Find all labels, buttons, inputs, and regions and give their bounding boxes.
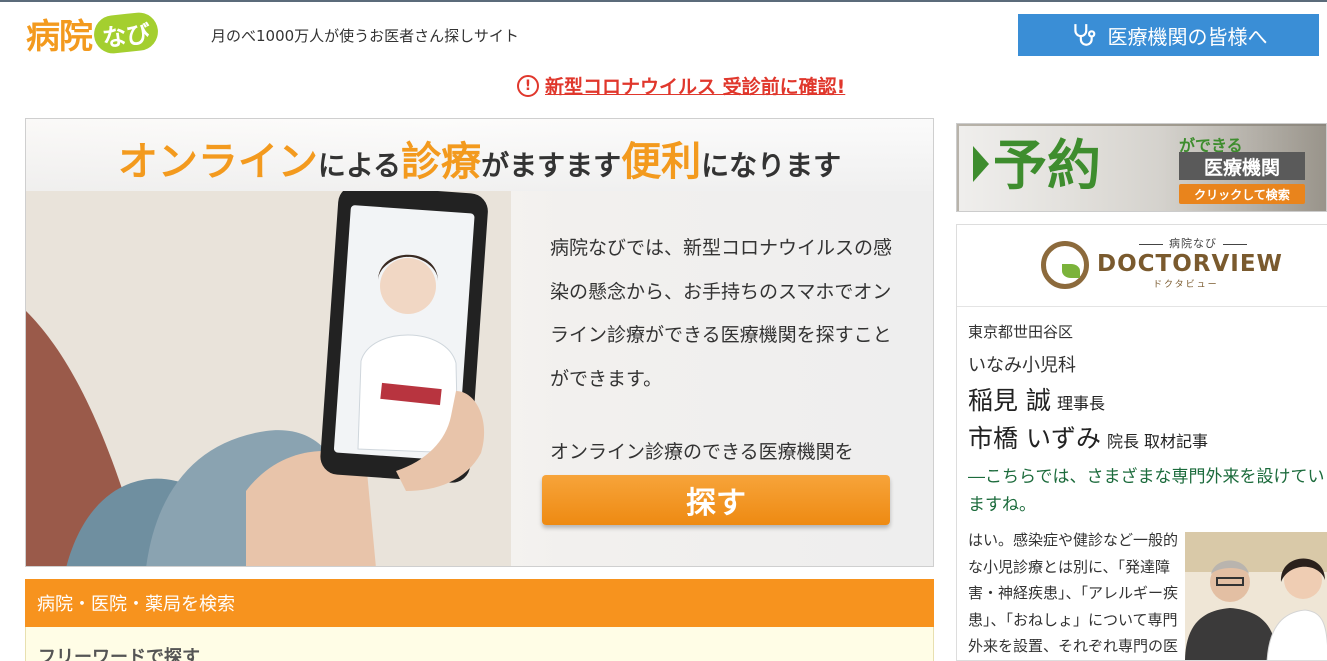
for-medical-institutions-button[interactable]: 医療機関の皆様へ bbox=[1018, 14, 1319, 56]
banner-subtext: オンライン診療のできる医療機関を bbox=[550, 441, 854, 463]
covid-notice[interactable]: ! 新型コロナウイルス 受診前に確認! bbox=[517, 72, 845, 99]
reservation-title: 予約 bbox=[993, 134, 1101, 197]
site-logo[interactable]: 病院 なび bbox=[26, 10, 160, 57]
freeword-label: フリーワードで探す bbox=[38, 647, 200, 661]
banner-head-2: による bbox=[317, 149, 402, 182]
doctor-role: 院長 取材記事 bbox=[1106, 432, 1209, 451]
doctor-name: 稲見 誠 bbox=[968, 386, 1051, 415]
exclamation-circle-icon: ! bbox=[517, 74, 539, 97]
banner-head-4: がますます bbox=[481, 149, 622, 182]
search-section-body: フリーワードで探す bbox=[25, 627, 934, 661]
banner-head-6: になります bbox=[701, 149, 842, 182]
stethoscope-icon bbox=[1073, 24, 1095, 46]
for-medical-label: 医療機関の皆様へ bbox=[1107, 24, 1268, 49]
interview-area: 東京都世田谷区 bbox=[968, 323, 1074, 341]
doctorview-logo-text: DOCTORVIEW bbox=[1097, 251, 1283, 277]
covid-notice-link[interactable]: 新型コロナウイルス 受診前に確認! bbox=[545, 72, 845, 99]
doctorview-card[interactable]: 病院なび DOCTORVIEW ドクタビュー 東京都世田谷区 いなみ小児科 稲見… bbox=[956, 224, 1327, 661]
doctor-role: 理事長 bbox=[1056, 394, 1105, 413]
search-online-button[interactable]: 探す bbox=[542, 475, 890, 525]
banner-photo-phone bbox=[26, 191, 511, 566]
doctorview-kana: ドクタビュー bbox=[1153, 280, 1219, 290]
reservation-banner[interactable]: 予約 ができる 医療機関 クリックして検索 bbox=[956, 123, 1327, 212]
online-consultation-banner[interactable]: オンライン による 診療 がますます 便利 になります 病院なびでは、新型コロナ… bbox=[25, 118, 934, 567]
logo-badge: なび bbox=[92, 10, 160, 56]
logo-text: 病院 bbox=[26, 16, 93, 57]
interview-answer: はい。感染症や健診など一般的な小児診療とは別に、「発達障害・神経疾患」、「アレル… bbox=[968, 531, 1179, 655]
interview-doctor-1: 稲見 誠 理事長 bbox=[968, 381, 1105, 417]
banner-headline: オンライン による 診療 がますます 便利 になります bbox=[26, 119, 933, 191]
reservation-click: クリックして検索 bbox=[1179, 184, 1305, 204]
banner-head-1: オンライン bbox=[117, 139, 318, 185]
reservation-institution: 医療機関 bbox=[1179, 152, 1305, 180]
play-arrow-icon bbox=[973, 146, 989, 182]
doctor-photo bbox=[1185, 532, 1327, 660]
top-border bbox=[0, 0, 1327, 2]
banner-head-3: 診療 bbox=[401, 139, 482, 185]
doctorview-header: 病院なび DOCTORVIEW ドクタビュー bbox=[957, 225, 1327, 307]
interview-clinic[interactable]: いなみ小児科 bbox=[968, 351, 1076, 377]
site-tagline: 月のべ1000万人が使うお医者さん探しサイト bbox=[211, 27, 519, 45]
banner-head-5: 便利 bbox=[621, 139, 702, 185]
interview-question: ―こちらでは、さまざまな専門外来を設けていますね。 bbox=[968, 467, 1325, 515]
banner-description: 病院なびでは、新型コロナウイルスの感染の懸念から、お手持ちのスマホでオンライン診… bbox=[550, 237, 893, 390]
doctor-name: 市橋 いずみ bbox=[968, 424, 1101, 453]
search-section-heading: 病院・医院・薬局を検索 bbox=[25, 579, 934, 627]
doctorview-logo-icon bbox=[1041, 241, 1089, 289]
doctorview-small-label: 病院なび bbox=[1133, 235, 1253, 251]
interview-doctor-2: 市橋 いずみ 院長 取材記事 bbox=[968, 419, 1208, 455]
